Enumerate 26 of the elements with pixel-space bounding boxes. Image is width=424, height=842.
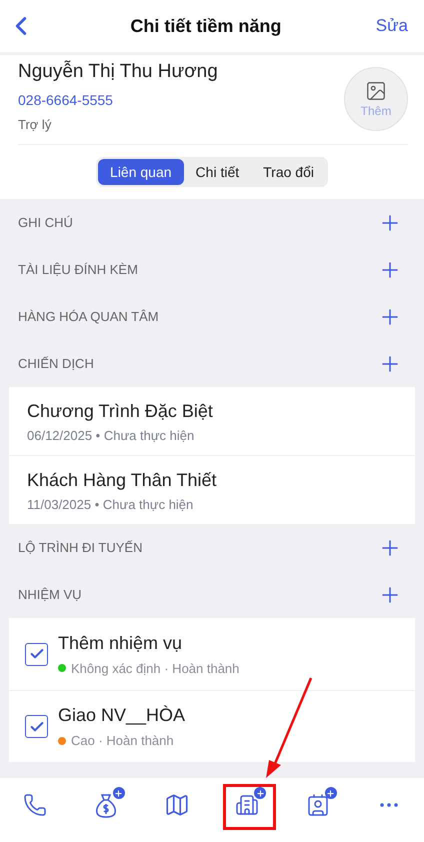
segment-tab[interactable]: Liên quan — [98, 159, 184, 185]
section-title: LỘ TRÌNH ĐI TUYẾN — [18, 540, 142, 555]
campaign-title[interactable]: Khách Hàng Thân Thiết — [27, 470, 397, 491]
page-title: Chi tiết tiềm năng — [130, 16, 282, 36]
segment-tab[interactable]: Chi tiết — [184, 159, 252, 185]
task-title[interactable]: Thêm nhiệm vụ — [58, 632, 240, 654]
task-meta: Không xác định · Hoàn thành — [71, 660, 240, 676]
section-title: GHI CHÚ — [18, 215, 73, 230]
campaign-title[interactable]: Chương Trình Đặc Biệt — [27, 401, 397, 422]
section-title: TÀI LIỆU ĐÍNH KÈM — [18, 262, 138, 277]
highlight-box — [223, 784, 276, 830]
section-title: CHIẾN DỊCH — [18, 356, 94, 371]
task-meta: Cao · Hoàn thành — [71, 733, 174, 748]
phone-link[interactable]: 028-6664-5555 — [18, 92, 218, 108]
task-checkbox[interactable] — [25, 642, 48, 666]
campaign-meta: 11/03/2025 • Chưa thực hiện — [27, 497, 194, 512]
image-icon — [365, 80, 387, 102]
contact-name: Nguyễn Thị Thu Hương — [18, 61, 218, 83]
campaign-meta: 06/12/2025 • Chưa thực hiện — [27, 428, 196, 443]
task-checkbox[interactable] — [25, 715, 48, 738]
segment-tab[interactable]: Trao đổi — [251, 159, 326, 185]
job-title: Trợ lý — [18, 117, 52, 132]
section-title: NHIỆM VỤ — [18, 587, 82, 602]
section-title: HÀNG HÓA QUAN TÂM — [18, 309, 159, 324]
task-title[interactable]: Giao NV__HÒA — [58, 705, 186, 726]
edit-button[interactable]: Sửa — [376, 16, 408, 36]
